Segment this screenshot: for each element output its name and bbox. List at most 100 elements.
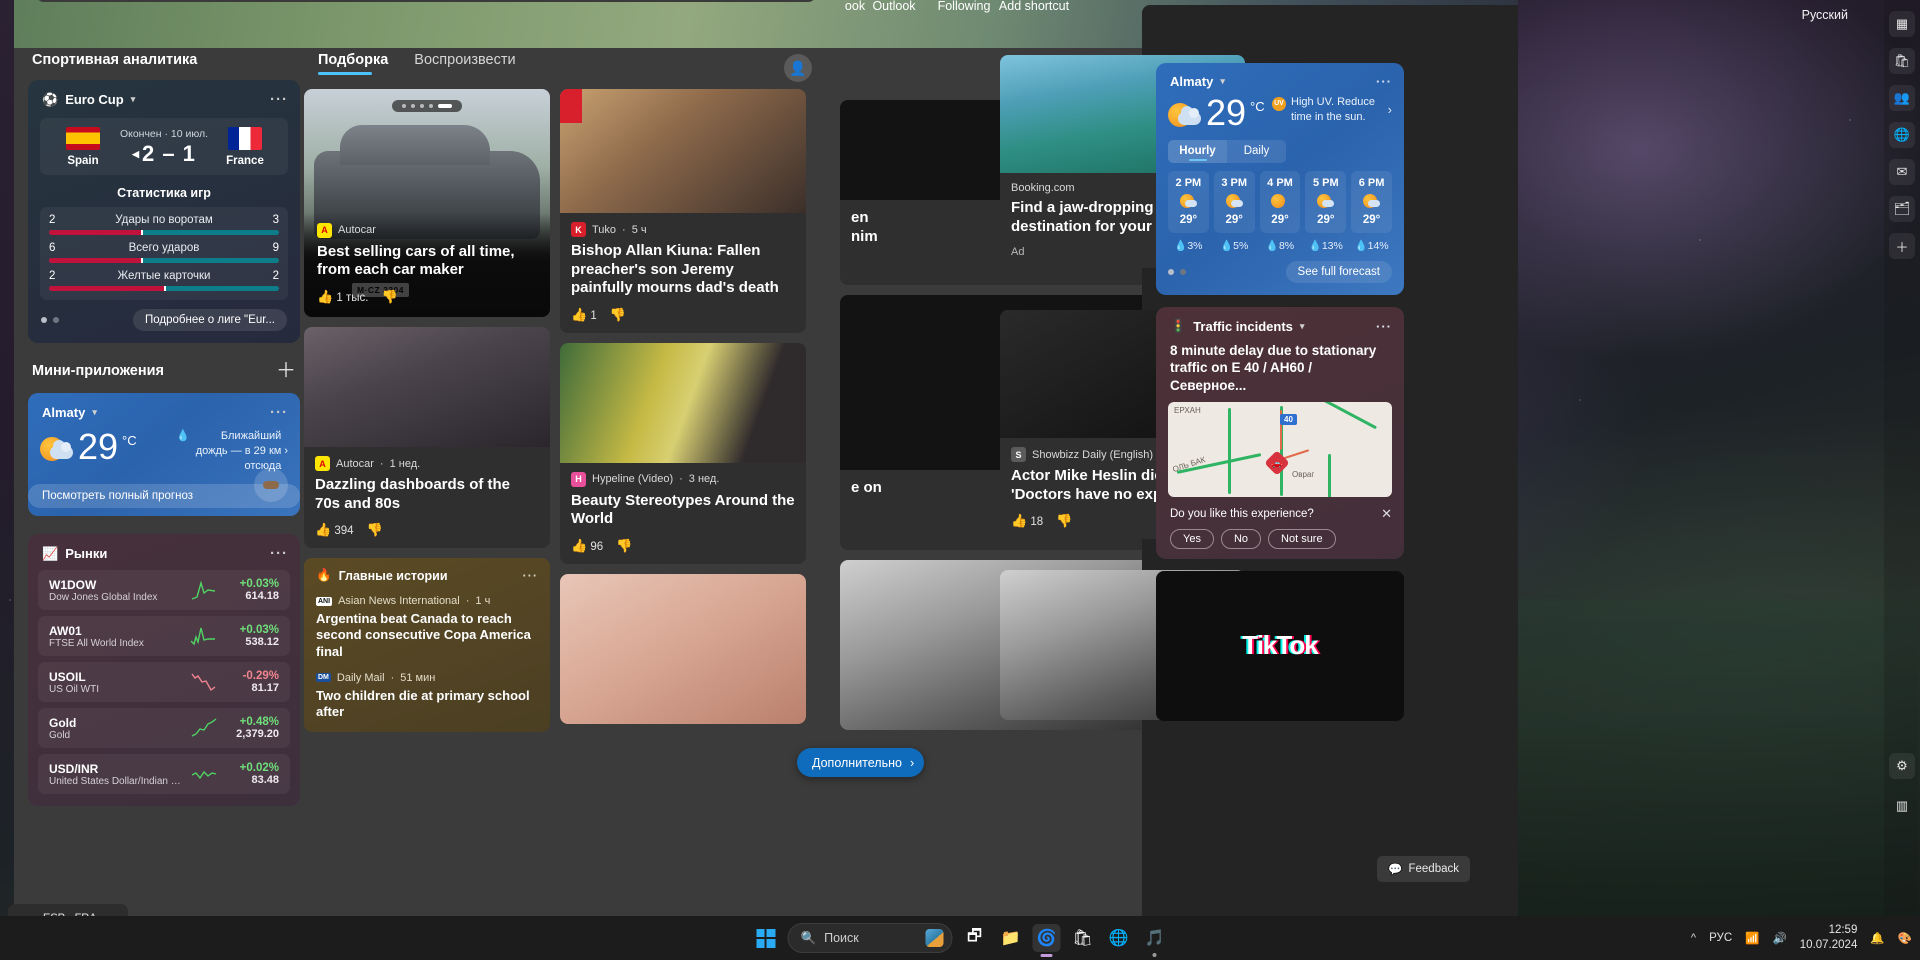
add-icon[interactable]: ＋	[1889, 233, 1915, 259]
outlook-icon[interactable]: ✉	[1889, 159, 1915, 185]
carousel-pager[interactable]	[41, 317, 59, 323]
feedback-yes-button[interactable]: Yes	[1170, 528, 1214, 549]
sparkline-chart	[191, 673, 216, 692]
sports-widget: ⚽ Euro Cup ▾ ··· Spain Окончен · 10 июл.…	[28, 80, 300, 343]
taskbar-search[interactable]: 🔍 Поиск	[787, 923, 953, 953]
folder-icon[interactable]: 🗂	[1889, 196, 1915, 222]
chevron-down-icon[interactable]: ▾	[131, 94, 136, 105]
card-source: A Autocar · 1 нед.	[315, 456, 539, 471]
market-row[interactable]: W1DOW Dow Jones Global Index +0.03% 614.…	[38, 570, 290, 610]
tab-hourly[interactable]: Hourly	[1168, 140, 1227, 163]
top-story-item[interactable]: ANI Asian News International · 1 ч Argent…	[316, 595, 538, 660]
file-explorer-icon[interactable]: 📁	[997, 924, 1025, 952]
dislike-button[interactable]: 👎	[616, 538, 632, 554]
globe-icon[interactable]: 🌐	[1889, 122, 1915, 148]
hero-card-autocar[interactable]: M·CZ 3304 A Autocar Best selling cars of…	[304, 89, 550, 317]
chevron-down-icon[interactable]: ▾	[92, 407, 97, 418]
market-symbol: W1DOW	[49, 577, 97, 592]
market-row[interactable]: USD/INR United States Dollar/Indian Rupe…	[38, 754, 290, 794]
card-dashboards[interactable]: A Autocar · 1 нед. Dazzling dashboards of…	[304, 327, 550, 549]
spotify-icon[interactable]: 🎵	[1141, 924, 1169, 957]
notification-bell-icon[interactable]: 🔔	[1870, 931, 1884, 945]
app-tray-icon[interactable]: 🎨	[1898, 931, 1912, 945]
hour-time: 4 PM	[1267, 177, 1293, 189]
chevron-down-icon[interactable]: ▾	[1300, 321, 1305, 332]
source-badge: A	[317, 222, 332, 238]
card-derm[interactable]	[560, 573, 806, 724]
chevron-right-icon[interactable]: ›	[284, 444, 288, 459]
weather-widget-menu[interactable]: ···	[1376, 74, 1392, 89]
league-more-button[interactable]: Подробнее о лиге "Eur...	[132, 309, 287, 331]
chevron-down-icon[interactable]: ▾	[1220, 76, 1225, 87]
network-icon[interactable]: 📶	[1745, 931, 1759, 945]
chrome-icon[interactable]: 🌐	[1105, 924, 1133, 952]
weather-widget-menu[interactable]: ···	[270, 404, 288, 421]
match-score-box[interactable]: Spain Окончен · 10 июл. ◀2 – 1 France	[40, 118, 288, 175]
feedback-question: Do you like this experience?	[1170, 507, 1314, 520]
carousel-indicator[interactable]	[392, 100, 462, 112]
stat-home-value: 2	[49, 270, 56, 282]
dislike-button[interactable]: 👎	[1056, 513, 1072, 529]
price-alert-toast[interactable]: Оповещение о цене Money Insight · 3 мин	[36, 0, 816, 2]
like-button[interactable]: 👍 96	[571, 538, 603, 554]
dislike-button[interactable]: 👎	[367, 522, 383, 538]
feedback-button[interactable]: 💬 Feedback	[1377, 856, 1470, 882]
edge-new-tab-window: f ook ✉ Outlook ★ Following + Add shortc…	[14, 0, 1518, 940]
edge-icon[interactable]: 🌀	[1032, 924, 1061, 957]
dislike-button[interactable]: 👎	[381, 289, 397, 305]
people-icon[interactable]: 👥	[1889, 85, 1915, 111]
uv-note: UV High UV. Reduce time in the sun. ›	[1272, 95, 1392, 125]
carousel-pager[interactable]	[1168, 269, 1186, 275]
settings-icon[interactable]: ⚙	[1889, 753, 1915, 779]
close-icon[interactable]: ✕	[1381, 506, 1392, 522]
tab-daily[interactable]: Daily	[1227, 140, 1286, 163]
feedback-no-button[interactable]: No	[1220, 528, 1262, 549]
widgets-icon[interactable]: ▦	[1889, 11, 1915, 37]
volume-icon[interactable]: 🔊	[1772, 931, 1786, 945]
add-miniapp-icon[interactable]: ＋	[276, 361, 296, 381]
market-row[interactable]: AW01 FTSE All World Index +0.03% 538.12	[38, 616, 290, 656]
markets-widget-menu[interactable]: ···	[270, 545, 288, 562]
microsoft-store-icon[interactable]: 🛍	[1069, 924, 1097, 952]
temperature-unit: °C	[122, 433, 137, 448]
feedback-icon: 💬	[1388, 864, 1403, 876]
card-reactions: 👍 1 тыс. 👎	[317, 289, 537, 305]
sports-widget-menu[interactable]: ···	[270, 91, 288, 108]
more-button[interactable]: Дополнительно ›	[797, 748, 925, 777]
clock[interactable]: 12:59 10.07.2024	[1800, 923, 1858, 953]
like-button[interactable]: 👍 1 тыс.	[317, 289, 368, 305]
top-stories-menu[interactable]: ···	[523, 569, 539, 583]
like-button[interactable]: 👍 394	[315, 522, 354, 538]
see-full-forecast-button[interactable]: See full forecast	[1285, 261, 1392, 283]
tab-podborka[interactable]: Подборка	[318, 52, 388, 75]
fire-icon: 🔥	[316, 568, 332, 583]
avatar[interactable]: 👤	[784, 54, 812, 82]
market-row[interactable]: USOIL US Oil WTI -0.29% 81.17	[38, 662, 290, 702]
start-button[interactable]	[752, 924, 780, 952]
traffic-widget-menu[interactable]: ···	[1376, 319, 1392, 334]
tray-chevron-icon[interactable]: ^	[1691, 932, 1696, 944]
language-indicator[interactable]: РУС	[1709, 932, 1732, 944]
top-stories-title: Главные истории	[338, 568, 448, 583]
tiktok-card[interactable]: TikTok	[1156, 570, 1404, 721]
like-button[interactable]: 👍 18	[1011, 513, 1043, 529]
card-beauty[interactable]: H Hypeline (Video) · 3 нед. Beauty Stereo…	[560, 342, 806, 564]
miniapps-section-header: Мини-приложения ＋	[32, 361, 296, 381]
partly-sunny-icon	[1168, 101, 1202, 131]
card-tuko[interactable]: K Tuko · 5 ч Bishop Allan Kiuna: Fallen p…	[560, 89, 806, 333]
shopping-icon[interactable]: 🛍	[1889, 48, 1915, 74]
hour-temp: 29°	[1271, 214, 1289, 226]
chevron-right-icon[interactable]: ›	[1388, 101, 1392, 119]
feedback-notsure-button[interactable]: Not sure	[1268, 528, 1336, 549]
shortcut-add[interactable]: + Add shortcut	[989, 0, 1079, 13]
score-value: 2 – 1	[141, 140, 196, 166]
tab-vosproizvesti[interactable]: Воспроизвести	[414, 52, 515, 75]
top-story-item[interactable]: DM Daily Mail · 51 мин Two children die a…	[316, 672, 538, 721]
like-button[interactable]: 👍 1	[571, 307, 597, 323]
store-icon[interactable]: ▥	[1889, 793, 1915, 819]
away-team-name: France	[226, 155, 264, 167]
task-view-icon[interactable]: 🗗	[961, 924, 989, 952]
traffic-map[interactable]: 40 🚗 ЕРХАН ОЛЬ БАК Овраг	[1168, 401, 1392, 497]
dislike-button[interactable]: 👎	[610, 307, 626, 323]
market-row[interactable]: Gold Gold +0.48% 2,379.20	[38, 708, 290, 748]
